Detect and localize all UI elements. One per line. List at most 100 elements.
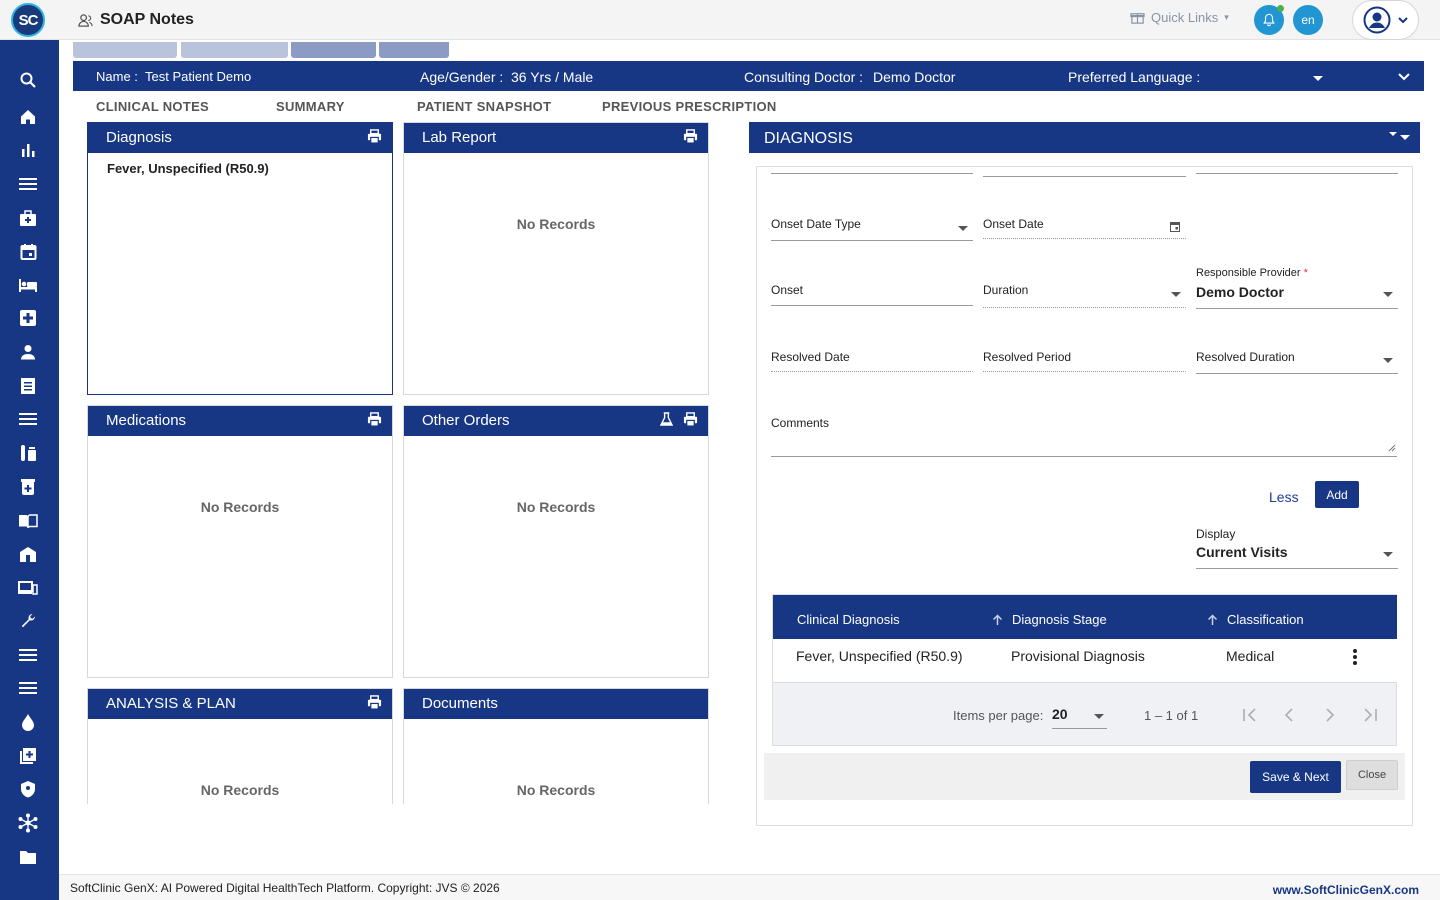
patient-banner: Name : Test Patient Demo Age/Gender : 36… bbox=[73, 61, 1424, 91]
resize-handle-icon[interactable] bbox=[1388, 444, 1396, 452]
column-header[interactable]: Classification bbox=[1227, 612, 1304, 627]
empty-state: No Records bbox=[516, 782, 596, 798]
responsible-provider-value: Demo Doctor bbox=[1196, 284, 1284, 300]
print-icon[interactable] bbox=[367, 695, 382, 710]
menu-icon[interactable] bbox=[17, 644, 39, 666]
devices-icon[interactable] bbox=[17, 577, 39, 599]
calendar-icon[interactable] bbox=[1170, 221, 1180, 232]
website-link[interactable]: www.SoftClinicGenX.com bbox=[1273, 883, 1419, 897]
tab-patient-snapshot[interactable]: PATIENT SNAPSHOT bbox=[417, 99, 551, 114]
next-page-icon[interactable] bbox=[1325, 708, 1335, 722]
person-icon[interactable] bbox=[17, 341, 39, 363]
first-page-icon[interactable] bbox=[1242, 708, 1258, 722]
medical-bag-icon[interactable] bbox=[17, 207, 39, 229]
items-per-page-select[interactable] bbox=[1052, 728, 1107, 729]
page-title: SOAP Notes bbox=[100, 11, 194, 28]
onset-date-input[interactable] bbox=[983, 238, 1186, 239]
print-icon[interactable] bbox=[367, 412, 382, 427]
menu-icon[interactable] bbox=[17, 173, 39, 195]
lab-icon[interactable] bbox=[17, 442, 39, 464]
resolved-duration-dropdown[interactable] bbox=[1383, 358, 1393, 363]
tab-previous-prescription[interactable]: PREVIOUS PRESCRIPTION bbox=[602, 99, 777, 114]
print-icon[interactable] bbox=[683, 129, 698, 144]
onset-input[interactable] bbox=[771, 305, 973, 306]
menu-icon[interactable] bbox=[17, 677, 39, 699]
add-button[interactable]: Add bbox=[1315, 481, 1359, 508]
add-box-icon[interactable] bbox=[17, 745, 39, 767]
onset-date-type-select[interactable] bbox=[771, 240, 973, 241]
pill-icon[interactable] bbox=[17, 476, 39, 498]
app-logo[interactable]: SC bbox=[11, 3, 45, 37]
resolved-duration-select[interactable] bbox=[1196, 373, 1398, 374]
tab-stub[interactable] bbox=[291, 42, 376, 58]
home-icon[interactable] bbox=[17, 106, 39, 128]
column-header[interactable]: Clinical Diagnosis bbox=[797, 612, 900, 627]
chevron-down-icon bbox=[1398, 17, 1408, 24]
search-icon[interactable] bbox=[17, 69, 39, 91]
close-button[interactable]: Close bbox=[1346, 760, 1398, 790]
items-per-page-value[interactable]: 20 bbox=[1052, 706, 1068, 722]
building-icon[interactable] bbox=[17, 543, 39, 565]
hub-icon[interactable] bbox=[17, 812, 39, 834]
comments-textarea[interactable] bbox=[771, 456, 1397, 457]
tab-clinical-notes[interactable]: CLINICAL NOTES bbox=[96, 99, 209, 114]
calendar-icon[interactable] bbox=[17, 240, 39, 262]
page-range: 1 – 1 of 1 bbox=[1144, 708, 1199, 723]
duration-select[interactable] bbox=[983, 307, 1186, 308]
chevron-down-icon[interactable] bbox=[1398, 72, 1410, 82]
language-button[interactable]: en bbox=[1293, 5, 1323, 35]
bar-chart-icon[interactable] bbox=[17, 139, 39, 161]
onset-label: Onset bbox=[771, 283, 804, 297]
tab-stub[interactable] bbox=[181, 42, 288, 58]
tab-summary[interactable]: SUMMARY bbox=[276, 99, 345, 114]
expand-icon[interactable] bbox=[1388, 131, 1412, 141]
print-icon[interactable] bbox=[683, 412, 698, 427]
last-page-icon[interactable] bbox=[1362, 708, 1378, 722]
display-dropdown[interactable] bbox=[1383, 552, 1393, 557]
medical-plus-icon[interactable] bbox=[17, 307, 39, 329]
resolved-date-input[interactable] bbox=[771, 371, 973, 372]
shield-icon[interactable] bbox=[17, 778, 39, 800]
more-vert-icon[interactable] bbox=[1352, 648, 1358, 666]
display-label: Display bbox=[1196, 527, 1236, 541]
print-icon[interactable] bbox=[367, 129, 382, 144]
language-dropdown-caret[interactable] bbox=[1313, 76, 1323, 81]
diagnosis-form-header: DIAGNOSIS bbox=[749, 122, 1420, 153]
previous-page-icon[interactable] bbox=[1284, 708, 1294, 722]
drop-icon[interactable] bbox=[17, 711, 39, 733]
receipt-icon[interactable] bbox=[17, 375, 39, 397]
menu-icon[interactable] bbox=[17, 408, 39, 430]
empty-state: No Records bbox=[200, 782, 280, 798]
responsible-provider-select[interactable] bbox=[1196, 308, 1398, 309]
arrow-up-icon[interactable] bbox=[1207, 614, 1218, 626]
folder-icon[interactable] bbox=[17, 846, 39, 868]
wrench-icon[interactable] bbox=[17, 610, 39, 632]
onset-date-type-dropdown[interactable] bbox=[958, 226, 968, 231]
arrow-up-icon[interactable] bbox=[992, 614, 1003, 626]
other-orders-panel: Other Orders No Records bbox=[403, 405, 709, 678]
table-row[interactable]: Fever, Unspecified (R50.9) Provisional D… bbox=[773, 639, 1397, 683]
less-link[interactable]: Less bbox=[1269, 489, 1299, 505]
tab-stub[interactable] bbox=[73, 42, 177, 58]
diagnosis-form-title: DIAGNOSIS bbox=[764, 130, 853, 147]
resolved-period-input[interactable] bbox=[983, 371, 1186, 372]
items-per-page-dropdown[interactable] bbox=[1094, 714, 1104, 719]
language-label: Preferred Language : bbox=[1068, 69, 1201, 85]
user-menu[interactable] bbox=[1352, 0, 1419, 40]
display-select[interactable] bbox=[1196, 568, 1398, 569]
sidebar bbox=[0, 40, 59, 900]
flask-icon[interactable] bbox=[660, 412, 673, 427]
duration-dropdown[interactable] bbox=[1171, 292, 1181, 297]
resolved-date-label: Resolved Date bbox=[771, 350, 850, 364]
empty-state: No Records bbox=[516, 499, 596, 515]
book-icon[interactable] bbox=[17, 510, 39, 532]
save-next-button[interactable]: Save & Next bbox=[1250, 761, 1341, 793]
age-gender-label: Age/Gender : bbox=[420, 69, 504, 85]
responsible-provider-dropdown[interactable] bbox=[1383, 292, 1393, 297]
notification-dot bbox=[1277, 5, 1284, 12]
column-header[interactable]: Diagnosis Stage bbox=[1012, 612, 1107, 627]
tab-stub[interactable] bbox=[379, 42, 449, 58]
quick-links-menu[interactable]: Quick Links ▾ bbox=[1130, 10, 1229, 25]
resolved-period-label: Resolved Period bbox=[983, 350, 1072, 364]
bed-icon[interactable] bbox=[17, 274, 39, 296]
